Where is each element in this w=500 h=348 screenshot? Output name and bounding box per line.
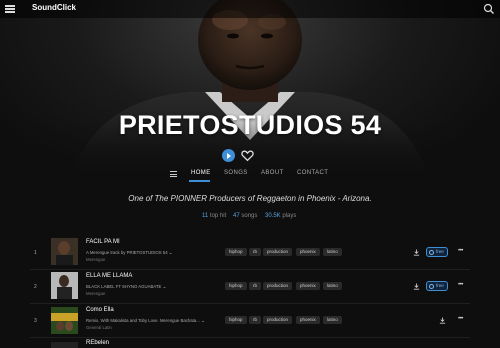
track-title[interactable]: ELLA ME LLAMA: [86, 273, 132, 279]
tag-chip[interactable]: latino: [323, 316, 342, 324]
free-download-button[interactable]: free: [426, 247, 448, 257]
track-title[interactable]: FACIL PA MI: [86, 239, 120, 245]
more-options-icon[interactable]: •••: [458, 248, 463, 254]
tag-chip[interactable]: rb: [249, 282, 262, 290]
artist-nav: HOME SONGS ABOUT CONTACT: [0, 170, 500, 184]
track-row[interactable]: REbelen: [0, 338, 500, 348]
tag-chip[interactable]: phoenix: [296, 316, 320, 324]
track-artwork[interactable]: [51, 272, 78, 299]
tag-chip[interactable]: phoenix: [296, 282, 320, 290]
track-subtitle: A Merengue track by PRIETOSTUDIOS 54 ⌄: [86, 250, 173, 255]
artist-tagline: One of The PIONNER Producers of Reggaeto…: [128, 194, 372, 203]
track-row[interactable]: 3 Como Ella Remix, With Makalista and To…: [0, 304, 500, 338]
more-options-icon[interactable]: •••: [458, 316, 463, 322]
chevron-down-icon[interactable]: ⌄: [163, 284, 167, 289]
heart-icon[interactable]: [241, 149, 254, 162]
track-genre: General Latin: [86, 325, 112, 330]
track-index: 3: [34, 318, 37, 324]
track-artwork[interactable]: [51, 342, 78, 348]
track-artwork[interactable]: [51, 238, 78, 265]
track-genre: Merengue: [86, 257, 106, 262]
tab-about[interactable]: ABOUT: [261, 170, 284, 176]
more-options-icon[interactable]: •••: [458, 282, 463, 288]
artist-stats: 11 top hit 47 songs 30.5K plays: [0, 213, 500, 223]
artist-name: PRIETOSTUDIOS 54: [118, 110, 382, 140]
tab-home[interactable]: HOME: [191, 170, 211, 176]
track-genre: Merengue: [86, 291, 106, 296]
tag-chip[interactable]: production: [263, 316, 293, 324]
download-icon[interactable]: [413, 283, 420, 290]
brand-logo[interactable]: SoundClick: [32, 3, 76, 12]
top-bar: SoundClick: [0, 0, 500, 18]
tag-chip[interactable]: latino: [323, 282, 342, 290]
artist-hero: PRIETOSTUDIOS 54: [0, 0, 500, 182]
tag-chip[interactable]: rb: [249, 248, 262, 256]
chevron-down-icon[interactable]: ⌄: [169, 250, 173, 255]
tag-chip[interactable]: production: [263, 282, 293, 290]
hamburger-menu-icon[interactable]: [5, 5, 15, 13]
tag-chip[interactable]: hiphop: [225, 282, 247, 290]
track-row[interactable]: 1 FACIL PA MI A Merengue track by PRIETO…: [0, 236, 500, 270]
download-icon[interactable]: [413, 249, 420, 256]
cart-icon: [429, 249, 434, 255]
stat-top-hit: 11 top hit: [202, 213, 227, 219]
track-index: 2: [34, 284, 37, 290]
active-tab-indicator: [189, 180, 210, 182]
track-title[interactable]: Como Ella: [86, 307, 114, 313]
menu-icon[interactable]: [170, 171, 177, 177]
cart-icon: [429, 283, 434, 289]
track-title[interactable]: REbelen: [86, 340, 109, 346]
free-download-button[interactable]: free: [426, 281, 448, 291]
tag-chip[interactable]: production: [263, 248, 293, 256]
tab-songs[interactable]: SONGS: [224, 170, 248, 176]
download-icon[interactable]: [439, 317, 446, 324]
tag-chip[interactable]: latino: [323, 248, 342, 256]
tag-chip[interactable]: hiphop: [225, 248, 247, 256]
track-index: 1: [34, 250, 37, 256]
stat-plays: 30.5K plays: [265, 213, 297, 219]
play-all-button[interactable]: [222, 149, 235, 162]
stat-songs: 47 songs: [233, 213, 258, 219]
chevron-down-icon[interactable]: ⌄: [201, 318, 205, 323]
tab-contact[interactable]: CONTACT: [297, 170, 328, 176]
track-artwork[interactable]: [51, 307, 78, 334]
tag-chip[interactable]: rb: [249, 316, 262, 324]
track-subtitle: BLACK LABEL FT SHYNO AGUABATE ⌄: [86, 284, 167, 289]
track-subtitle: Remix, With Makalista and Toby Love. Mer…: [86, 318, 205, 323]
search-icon[interactable]: [483, 3, 495, 15]
track-row[interactable]: 2 ELLA ME LLAMA BLACK LABEL FT SHYNO AGU…: [0, 270, 500, 304]
tag-chip[interactable]: phoenix: [296, 248, 320, 256]
tag-chip[interactable]: hiphop: [225, 316, 247, 324]
